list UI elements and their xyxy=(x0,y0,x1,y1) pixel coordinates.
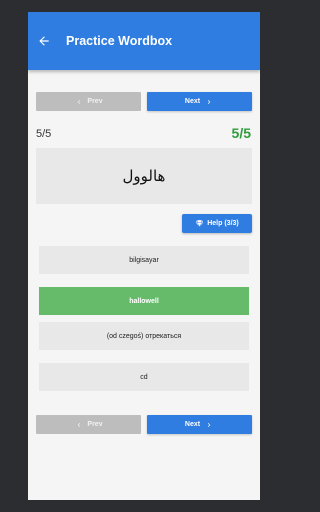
help-button[interactable]: Help (3/3) xyxy=(182,214,252,233)
prev-button-bottom[interactable]: Prev xyxy=(36,415,141,434)
next-button-bottom[interactable]: Next xyxy=(147,415,252,434)
answer-option-text: hallowell xyxy=(129,297,159,305)
next-label: Next xyxy=(184,98,201,105)
answer-option-correct[interactable]: hallowell xyxy=(39,287,249,315)
answer-option[interactable]: cd xyxy=(39,363,249,391)
question-word-card: هالوول xyxy=(36,148,252,204)
diamond-icon xyxy=(195,219,204,228)
answer-option-text: cd xyxy=(140,373,148,381)
next-button-top[interactable]: Next xyxy=(147,92,252,111)
chevron-right-icon xyxy=(204,97,214,107)
question-word: هالوول xyxy=(122,167,166,185)
arrow-left-icon xyxy=(39,36,49,46)
chevron-left-icon xyxy=(74,420,84,430)
question-counter: 5/5 xyxy=(36,128,52,140)
help-label: Help (3/3) xyxy=(207,220,239,227)
app-bar: Practice Wordbox xyxy=(28,12,260,70)
prev-label: Prev xyxy=(87,98,103,105)
answer-option-text: (od czegoś) отрекаться xyxy=(106,332,182,340)
app-screen: Practice Wordbox Prev Next 5/5 5/5 هالوو… xyxy=(28,12,260,500)
chevron-left-icon xyxy=(74,97,84,107)
prev-button-top[interactable]: Prev xyxy=(36,92,141,111)
chevron-right-icon xyxy=(204,420,214,430)
answer-option[interactable]: bilgisayar xyxy=(39,246,249,274)
answer-option[interactable]: (od czegoś) отрекаться xyxy=(39,322,249,350)
answer-option-text: bilgisayar xyxy=(129,256,159,264)
prev-label: Prev xyxy=(87,421,103,428)
back-button[interactable] xyxy=(30,27,58,55)
score-counter: 5/5 xyxy=(231,125,251,141)
page-title: Practice Wordbox xyxy=(66,34,173,48)
next-label: Next xyxy=(184,421,201,428)
